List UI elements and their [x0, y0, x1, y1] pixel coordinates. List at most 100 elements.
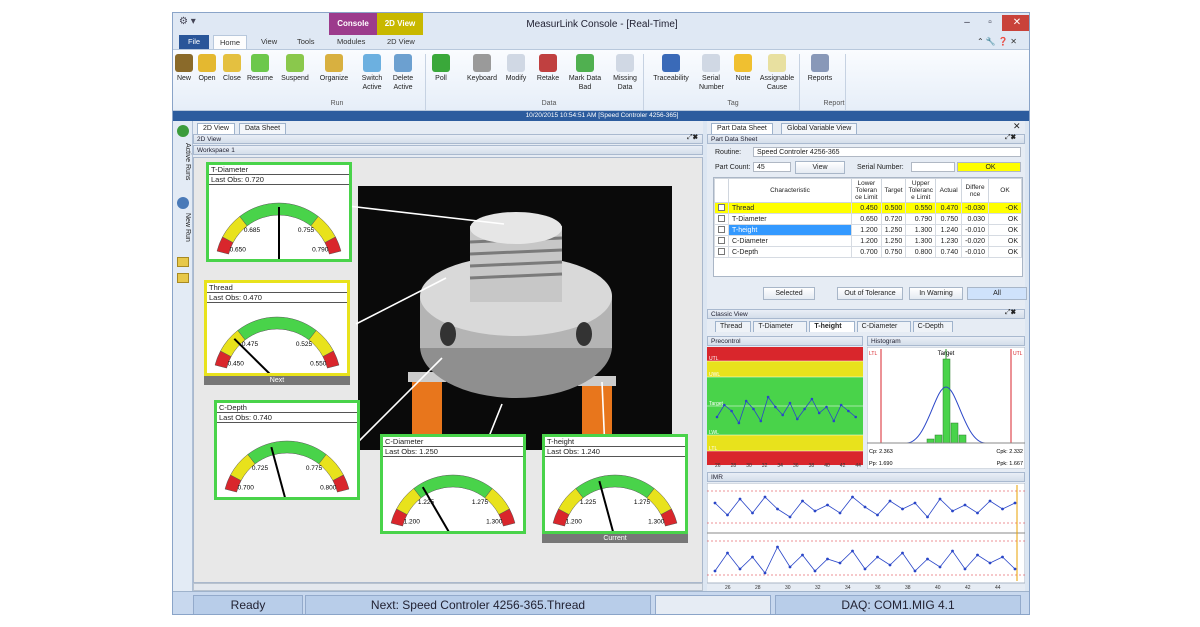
ribbon-button-18[interactable]: Assignable Cause [757, 54, 797, 92]
classic-tab-t-height[interactable]: T-height [809, 321, 855, 332]
tab-file[interactable]: File [179, 35, 209, 49]
row-checkbox[interactable] [718, 214, 725, 222]
panel-close-icon[interactable]: ⤢✖ [687, 134, 698, 142]
minimize-icon[interactable]: – [956, 15, 978, 31]
view-button[interactable]: View [795, 161, 845, 174]
ribbon-button-19[interactable]: Reports [805, 54, 835, 83]
column-header[interactable]: Characteristic [728, 178, 852, 203]
column-header[interactable]: Lower Toleran ce Limit [850, 178, 882, 203]
table-row[interactable]: C-Diameter 1.200 1.250 1.300 1.230 -0.020 OK [714, 235, 1023, 247]
ribbon-button-14[interactable]: Missing Data [609, 54, 641, 92]
gauge-tick-label: 1.275 [472, 499, 489, 506]
ribbon-button-2[interactable]: Open [197, 54, 217, 83]
table-cell: Thread [728, 202, 852, 214]
tab-2d-view[interactable]: 2D View [381, 35, 421, 49]
row-checkbox[interactable] [718, 236, 725, 244]
filter-selected-button[interactable]: Selected [763, 287, 815, 300]
new-run-icon[interactable] [177, 197, 189, 209]
ribbon-button-6[interactable]: Organize [317, 54, 351, 83]
gauge-tick-label: 0.525 [296, 341, 313, 348]
ribbon-button-17[interactable]: Note [733, 54, 753, 83]
folder-icon[interactable] [177, 257, 189, 267]
sidebar-item-active-runs[interactable]: Active Runs [175, 143, 191, 189]
table-row[interactable]: T-height 1.200 1.250 1.300 1.240 -0.010 OK [714, 224, 1023, 236]
precontrol-point [752, 407, 755, 411]
ribbon-button-9[interactable]: Poll [431, 54, 451, 83]
row-checkbox[interactable] [718, 247, 725, 255]
checkbox-cell[interactable] [714, 213, 729, 225]
table-cell: OK [987, 213, 1023, 225]
gauge-c-diameter[interactable]: C-Diameter Last Obs: 1.250 1.200 1.225 1.275… [380, 434, 526, 534]
column-header[interactable]: Target [880, 178, 907, 203]
maximize-icon[interactable]: ▫ [979, 15, 1001, 31]
workspace-canvas: T-Diameter Last Obs: 0.720 0.650 0.685 0.755… [193, 157, 703, 583]
horizontal-scrollbar[interactable] [193, 583, 703, 591]
ribbon-button-13[interactable]: Mark Data Bad [567, 54, 603, 92]
ribbon-button-12[interactable]: Retake [533, 54, 563, 83]
pds-close-icon[interactable]: ⤢✖ [1005, 134, 1016, 142]
pane-close-icon[interactable]: ✕ [1013, 121, 1021, 132]
gauge-t-diameter[interactable]: T-Diameter Last Obs: 0.720 0.650 0.685 0.755… [206, 162, 352, 262]
imr-range-point [851, 549, 854, 553]
classic-tab-thread[interactable]: Thread [715, 321, 752, 332]
ribbon-button-1[interactable]: New [175, 54, 193, 83]
tab-2d-view-doc[interactable]: 2D View [197, 123, 235, 134]
folder-icon[interactable] [177, 273, 189, 283]
tab-home[interactable]: Home [213, 35, 248, 49]
checkbox-cell[interactable] [714, 202, 729, 214]
column-header[interactable]: OK [987, 178, 1023, 203]
classic-tab-c-diameter[interactable]: C-Diameter [856, 321, 911, 332]
tab-modules[interactable]: Modules [331, 35, 371, 49]
table-row[interactable]: Thread 0.450 0.500 0.550 0.470 -0.030 -OK [714, 202, 1023, 214]
column-header[interactable]: Upper Toleranc e Limit [905, 178, 937, 203]
tab-global-variable-view[interactable]: Global Variable View [781, 123, 858, 134]
imr-x-tick: 36 [875, 585, 881, 589]
ribbon-options-icon[interactable]: ⌃ 🔧 ❓ ✕ [971, 35, 1023, 49]
row-checkbox[interactable] [718, 203, 725, 211]
ribbon-button-10[interactable]: Keyboard [465, 54, 499, 83]
gauge-c-depth[interactable]: C-Depth Last Obs: 0.740 0.700 0.725 0.775 0.8… [214, 400, 360, 500]
ribbon-button-8[interactable]: Delete Active [389, 54, 417, 92]
ribbon-button-5[interactable]: Suspend [277, 54, 313, 83]
row-checkbox[interactable] [718, 225, 725, 233]
sidebar-item-new-run[interactable]: New Run [175, 213, 191, 249]
ribbon-button-3[interactable]: Close [221, 54, 243, 83]
classic-tab-t-diameter[interactable]: T-Diameter [753, 321, 808, 332]
precontrol-x-tick: 32 [762, 463, 768, 469]
tab-data-sheet[interactable]: Data Sheet [239, 123, 287, 134]
checkbox-cell[interactable] [714, 246, 729, 258]
tab-part-data-sheet[interactable]: Part Data Sheet [711, 123, 773, 134]
tab-tools[interactable]: Tools [291, 35, 321, 49]
close-icon[interactable]: ✕ [1002, 15, 1029, 31]
table-row[interactable]: C-Depth 0.700 0.750 0.800 0.740 -0.010 OK [714, 246, 1023, 258]
gauge-thread[interactable]: Thread Last Obs: 0.470 0.450 0.475 0.525 0.55… [204, 280, 350, 376]
table-row[interactable]: T-Diameter 0.650 0.720 0.790 0.750 0.030 OK [714, 213, 1023, 225]
checkbox-cell[interactable] [714, 235, 729, 247]
column-header[interactable]: Actual [935, 178, 963, 203]
imr-point [826, 503, 829, 507]
active-runs-icon[interactable] [177, 125, 189, 137]
serial-number-field[interactable] [911, 162, 955, 172]
ribbon-button-15[interactable]: Traceability [651, 54, 691, 83]
filter-out-of-tolerance-button[interactable]: Out of Tolerance [837, 287, 903, 300]
ribbon-button-4[interactable]: Resume [245, 54, 275, 83]
column-header[interactable]: Differe nce [961, 178, 989, 203]
column-header[interactable] [714, 178, 729, 203]
ribbon-button-label: Keyboard [467, 75, 497, 82]
checkbox-cell[interactable] [714, 224, 729, 236]
part-count-field[interactable]: 45 [753, 162, 791, 172]
tab-view[interactable]: View [255, 35, 283, 49]
imr-point [938, 497, 942, 501]
ribbon-button-11[interactable]: Modify [503, 54, 529, 83]
classic-close-icon[interactable]: ⤢✖ [1005, 309, 1016, 317]
filter-in-warning-button[interactable]: In Warning [909, 287, 963, 300]
ribbon-button-16[interactable]: Serial Number [699, 54, 724, 92]
gauge-t-height[interactable]: T-height Last Obs: 1.240 1.200 1.225 1.275 1.… [542, 434, 688, 534]
classic-tab-c-depth[interactable]: C-Depth [912, 321, 954, 332]
imr-point [726, 513, 729, 517]
open-folder-icon [198, 54, 216, 72]
filter-all-button[interactable]: All [967, 287, 1027, 300]
gauge-dial: 1.2001.225 1.2751.300 [390, 474, 516, 531]
ribbon-button-7[interactable]: Switch Active [359, 54, 385, 92]
ribbon-separator [799, 54, 800, 110]
